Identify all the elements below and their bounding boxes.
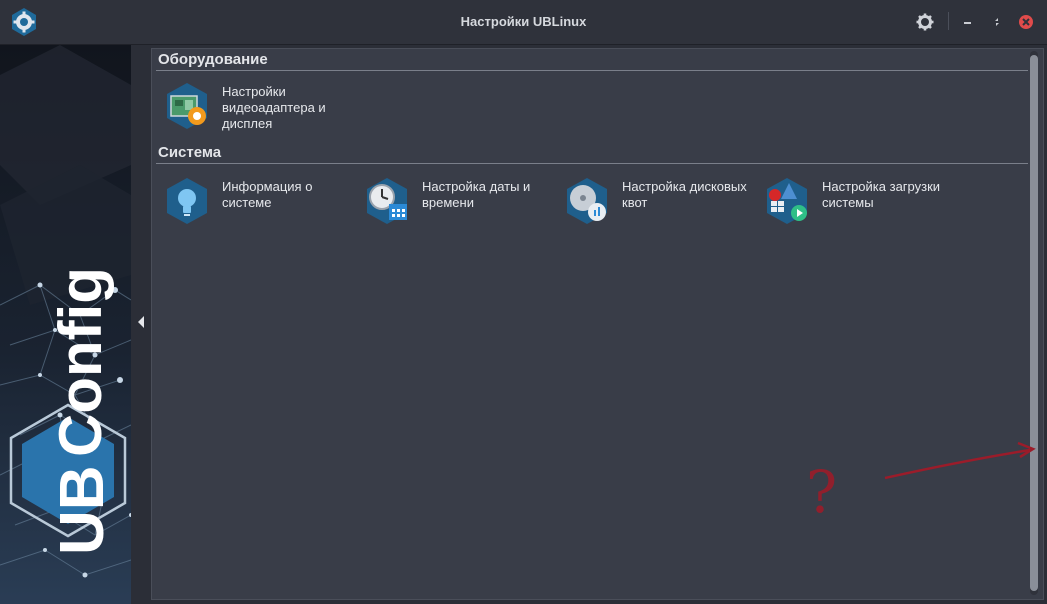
sidebar-banner: UB Config	[0, 45, 131, 604]
maximize-icon[interactable]	[987, 12, 1007, 32]
item-label: Настройка дисковых квот	[622, 179, 747, 210]
brand-prefix: UB	[48, 465, 117, 555]
item-video-adapter[interactable]: Настройки видеоадаптера и дисплея	[155, 82, 350, 136]
item-label: Настройка загрузки системы	[822, 179, 941, 210]
video-adapter-icon	[167, 83, 207, 129]
ubconfig-banner-graphic: UB Config	[0, 45, 131, 604]
brand-suffix: Config	[47, 267, 114, 457]
boot-loader-icon	[767, 178, 807, 224]
item-label: Информация о системе	[222, 179, 313, 210]
window-title: Настройки UBLinux	[460, 14, 587, 29]
close-icon[interactable]	[1016, 12, 1036, 32]
item-disk-quotas[interactable]: Настройка дисковых квот	[555, 177, 750, 231]
scroll-thumb[interactable]	[1030, 55, 1038, 591]
section-title-hardware: Оборудование	[158, 51, 268, 68]
clock-calendar-icon	[367, 178, 407, 224]
item-date-time[interactable]: Настройка даты и времени	[355, 177, 550, 231]
item-system-info[interactable]: Информация о системе	[155, 177, 350, 231]
disk-quota-icon	[567, 178, 607, 224]
item-label: Настройки видеоадаптера и дисплея	[222, 84, 326, 131]
collapse-left-icon[interactable]	[137, 315, 145, 329]
item-label: Настройка даты и времени	[422, 179, 531, 210]
info-bulb-icon	[167, 178, 207, 224]
titlebar-separator	[948, 12, 949, 30]
minimize-icon[interactable]	[958, 12, 978, 32]
section-divider	[156, 163, 1028, 164]
section-title-system: Система	[158, 144, 222, 161]
vertical-scrollbar[interactable]	[1030, 51, 1038, 595]
settings-gear-icon[interactable]	[915, 12, 935, 32]
title-bar: Настройки UBLinux	[0, 0, 1047, 45]
section-divider	[156, 70, 1028, 71]
sidebar-collapse-column	[131, 45, 151, 604]
settings-panel: Оборудование Настройки видеоадаптера и д…	[151, 48, 1044, 600]
item-boot-settings[interactable]: Настройка загрузки системы	[755, 177, 950, 231]
